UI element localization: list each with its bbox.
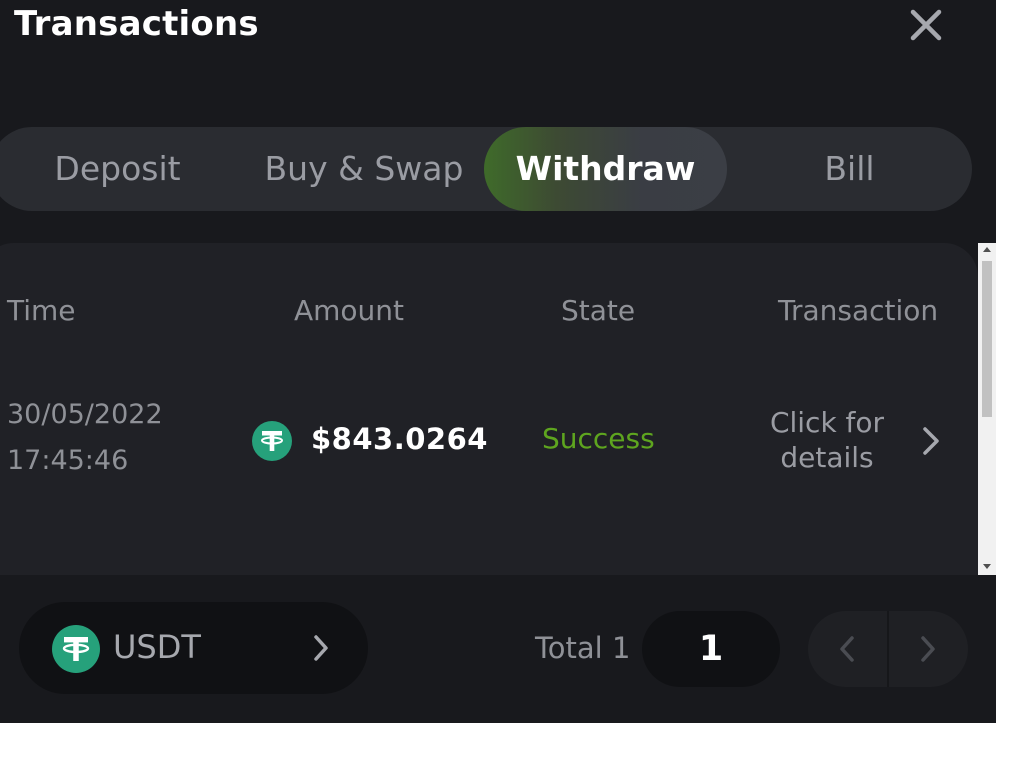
column-header-state: State bbox=[561, 294, 636, 327]
row-date: 30/05/2022 bbox=[7, 399, 163, 430]
transaction-tabs: Deposit Buy & Swap Withdraw Bill bbox=[0, 127, 972, 211]
scroll-down-arrow-icon[interactable] bbox=[982, 561, 992, 571]
current-page: 1 bbox=[642, 611, 780, 687]
total-count: Total 1 bbox=[535, 631, 631, 665]
scroll-up-arrow-icon[interactable] bbox=[982, 245, 992, 255]
chevron-right-icon[interactable] bbox=[918, 424, 944, 458]
column-header-transaction: Transaction bbox=[778, 294, 939, 327]
column-header-amount: Amount bbox=[294, 294, 405, 327]
page-title: Transactions bbox=[14, 4, 259, 44]
tether-icon bbox=[252, 421, 292, 461]
status-badge: Success bbox=[542, 422, 655, 455]
transactions-panel: Transactions Deposit Buy & Swap Withdraw… bbox=[0, 0, 996, 723]
coin-selector[interactable]: USDT bbox=[19, 602, 368, 694]
tether-icon bbox=[52, 625, 100, 673]
pagination-controls bbox=[808, 611, 968, 687]
tab-buy-swap[interactable]: Buy & Swap bbox=[245, 127, 483, 211]
chevron-right-icon bbox=[314, 635, 328, 661]
coin-selector-label: USDT bbox=[113, 628, 201, 666]
details-link[interactable]: Click for details bbox=[760, 405, 894, 475]
prev-page-button[interactable] bbox=[808, 611, 887, 687]
chevron-right-icon bbox=[921, 636, 935, 662]
column-header-time: Time bbox=[7, 294, 76, 327]
close-icon[interactable] bbox=[906, 5, 946, 45]
chevron-left-icon bbox=[840, 636, 854, 662]
scrollbar-thumb[interactable] bbox=[982, 261, 992, 417]
tab-bill[interactable]: Bill bbox=[727, 127, 972, 211]
tab-deposit[interactable]: Deposit bbox=[0, 127, 245, 211]
row-time: 17:45:46 bbox=[7, 445, 129, 476]
next-page-button[interactable] bbox=[889, 611, 968, 687]
row-amount: $843.0264 bbox=[311, 422, 488, 456]
tab-withdraw[interactable]: Withdraw bbox=[484, 127, 727, 211]
table-scrollbar[interactable] bbox=[978, 243, 996, 575]
